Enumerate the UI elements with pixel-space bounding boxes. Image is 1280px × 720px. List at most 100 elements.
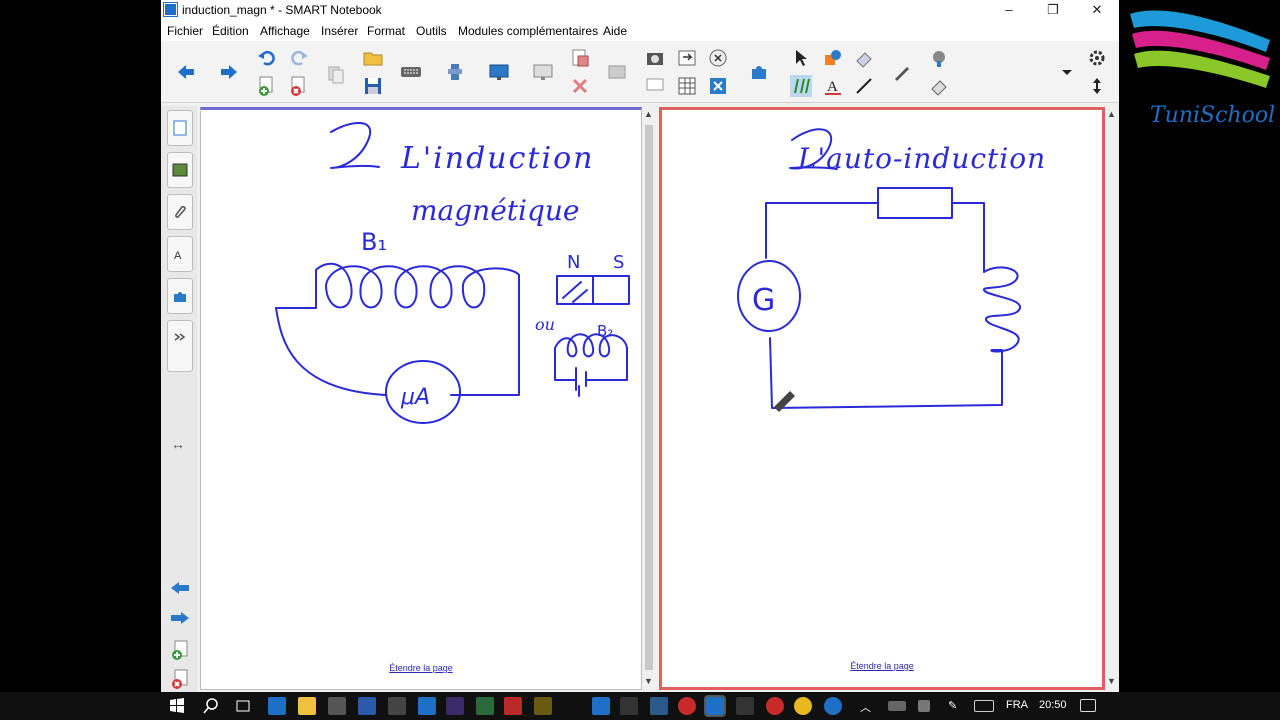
extend-page-link-2[interactable]: Étendre la page [662,661,1102,671]
file-explorer-icon[interactable] [298,697,316,715]
app-icon-7[interactable] [418,697,436,715]
delete-page-side-icon[interactable] [169,668,191,690]
close-box-icon[interactable] [707,75,729,97]
store-icon[interactable] [328,697,346,715]
add-page-icon[interactable] [256,75,278,97]
table-icon[interactable] [676,75,698,97]
start-icon[interactable] [168,697,186,715]
properties-icon[interactable]: A [167,236,193,272]
back-arrow-icon[interactable] [175,61,197,83]
save-icon[interactable] [362,75,384,97]
minimize-button[interactable]: – [987,0,1031,21]
add-page-side-icon[interactable] [169,639,191,661]
menu-format[interactable]: Format [367,24,405,38]
move-toolbar-icon[interactable] [1086,75,1108,97]
eraser-icon[interactable] [853,47,875,69]
tools-icon[interactable] [444,61,466,83]
word-icon[interactable] [358,697,376,715]
screen-capture-icon[interactable] [606,61,628,83]
app-icon-19[interactable] [766,697,784,715]
page-2-ink: L'auto-induction G [737,128,1046,412]
attachments-icon[interactable] [167,194,193,230]
paste-icon[interactable] [325,63,347,85]
menu-aide[interactable]: Aide [603,24,627,38]
sidebar-handle[interactable] [167,320,193,372]
pen-icon[interactable] [790,75,812,97]
menu-modules[interactable]: Modules complémentaires [458,24,598,38]
menu-affichage[interactable]: Affichage [260,24,310,38]
menu-fichier[interactable]: Fichier [167,24,203,38]
pen-tray-icon[interactable]: ✎ [948,699,957,712]
network-icon[interactable] [918,700,930,712]
extend-page-link-1[interactable]: Étendre la page [201,663,641,673]
math-icon[interactable] [707,47,729,69]
svg-text:A: A [174,250,182,262]
select-icon[interactable] [790,47,812,69]
opera-icon[interactable] [678,697,696,715]
notifications-icon[interactable] [1080,699,1096,712]
gallery-icon[interactable] [167,152,193,188]
screen-shade-icon[interactable] [488,61,510,83]
line-icon[interactable] [853,75,875,97]
language-indicator[interactable]: FRA [1006,699,1028,711]
fill-icon[interactable] [928,47,950,69]
app-icon-21[interactable] [824,697,842,715]
app-icon-14[interactable] [620,697,638,715]
task-view-icon[interactable] [234,697,252,715]
app-icon-18[interactable] [736,697,754,715]
screen-icon[interactable] [644,75,666,97]
addons-icon[interactable] [167,278,193,314]
dreamweaver-icon[interactable] [476,697,494,715]
link-icon[interactable] [676,47,698,69]
addon-icon[interactable] [748,61,770,83]
redo-icon[interactable] [288,47,310,69]
previous-page-icon[interactable] [169,580,191,596]
menu-inserer[interactable]: Insérer [321,24,358,38]
sidebar: A ↔ [161,106,197,692]
next-page-icon[interactable] [169,610,191,626]
chrome-icon[interactable] [794,697,812,715]
magic-pen-icon[interactable] [891,61,913,83]
text-icon[interactable]: A [822,75,844,97]
shapes-icon[interactable] [822,47,844,69]
eraser-2-icon[interactable] [928,75,950,97]
scrollbar-1[interactable]: ▲ ▼ [642,107,656,690]
resize-handle-icon[interactable]: ↔ [171,436,185,452]
page-2-title: L'auto-induction [797,142,1046,175]
fireworks-icon[interactable] [534,697,552,715]
open-icon[interactable] [362,47,384,69]
settings-icon[interactable] [1086,47,1108,69]
smart-notebook-taskbar-icon[interactable] [704,695,726,717]
capture-icon[interactable] [569,47,591,69]
close-button[interactable]: ✕ [1075,0,1119,21]
touch-keyboard-icon[interactable] [974,700,994,712]
app-icon-15[interactable] [650,697,668,715]
undo-icon[interactable] [256,47,278,69]
delete-icon[interactable] [569,75,591,97]
delete-page-icon[interactable] [288,75,310,97]
page-sorter-icon[interactable] [167,110,193,146]
meter-label: μA [400,385,430,410]
menu-outils[interactable]: Outils [416,24,447,38]
filezilla-icon[interactable] [504,697,522,715]
edge-icon[interactable] [268,697,286,715]
display-icon[interactable] [532,61,554,83]
app-icon-6[interactable] [388,697,406,715]
scrollbar-2[interactable]: ▲ ▼ [1105,107,1119,690]
clock[interactable]: 20:50 [1039,699,1067,711]
after-effects-icon[interactable] [446,697,464,715]
keyboard-icon[interactable] [400,61,422,83]
search-icon[interactable] [202,697,220,715]
notebook-page-1[interactable]: L'induction magnétique B₁ N S ou B₂ μA É… [200,107,642,690]
camera-icon[interactable] [644,47,666,69]
menu-edition[interactable]: Édition [212,24,249,38]
restore-button[interactable]: ❐ [1031,0,1075,21]
forward-arrow-icon[interactable] [218,61,240,83]
ie-icon[interactable] [592,697,610,715]
dropdown-icon[interactable] [1056,61,1078,83]
battery-icon[interactable] [888,701,906,711]
tray-chevron-icon[interactable]: ︿ [860,699,871,715]
tunischool-logo: TuniSchool [1120,0,1280,150]
label-s: S [613,252,624,273]
notebook-page-2[interactable]: L'auto-induction G Étendre la page [659,107,1105,690]
